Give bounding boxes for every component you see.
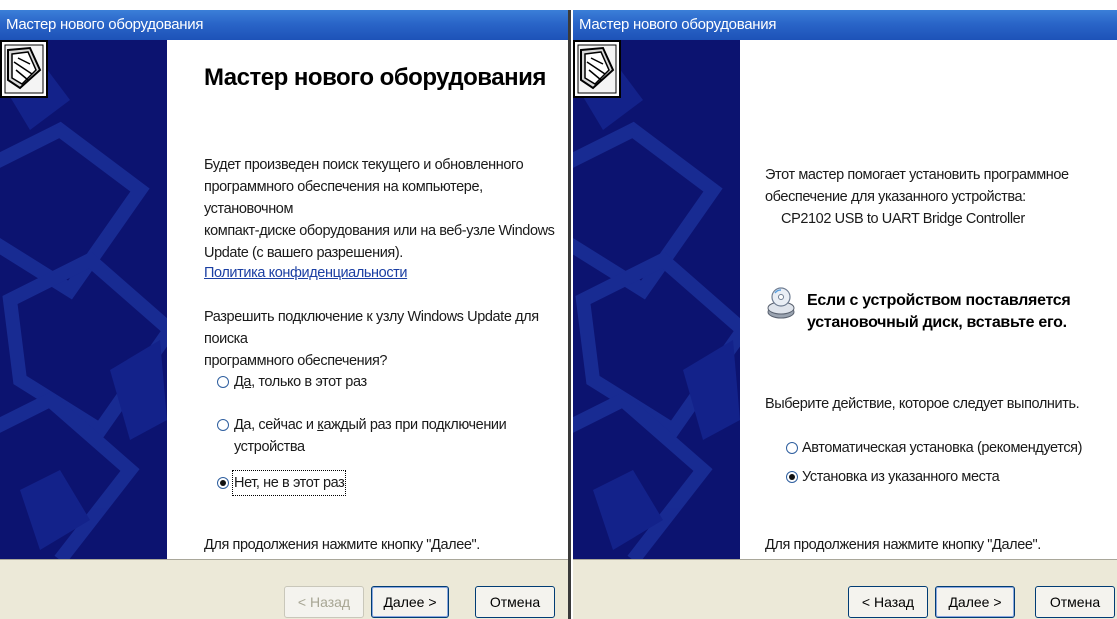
wizard-body: Этот мастер помогает установить программ… [573, 40, 1117, 559]
wizard-banner [573, 40, 740, 559]
back-button[interactable]: < Назад [284, 586, 364, 618]
radio-install-from-location-label[interactable]: Установка из указанного места [802, 466, 1000, 488]
radio-no-not-now[interactable] [217, 477, 229, 489]
hardware-wizard-window-left: Мастер нового оборудования Мастер нового… [0, 10, 571, 619]
windows-update-question: Разрешить подключение к узлу Windows Upd… [204, 306, 568, 372]
banner-pattern [0, 40, 167, 559]
question-line: Разрешить подключение к узлу Windows Upd… [204, 309, 539, 347]
radio-yes-always[interactable] [217, 419, 229, 431]
intro-line: программного обеспечения на компьютере, … [204, 179, 483, 217]
cd-disk-icon [767, 287, 795, 319]
choose-action-text: Выберите действие, которое следует выпол… [765, 396, 1080, 412]
wizard-footer: < Назад Далее > Отмена [573, 559, 1117, 619]
radio-yes-always-label[interactable]: Да, сейчас и каждый раз при подключении … [234, 414, 507, 458]
intro-line: Этот мастер помогает установить программ… [765, 167, 1069, 183]
device-name: CP2102 USB to UART Bridge Controller [781, 211, 1025, 227]
question-line: программного обеспечения? [204, 353, 388, 369]
window-title: Мастер нового оборудования [573, 10, 1117, 40]
wizard-banner [0, 40, 167, 559]
radio-yes-once-label[interactable]: Да, только в этот раз [234, 371, 367, 393]
intro-line: Будет произведен поиск текущего и обновл… [204, 157, 524, 173]
radio-yes-once[interactable] [217, 376, 229, 388]
cancel-button[interactable]: Отмена [1035, 586, 1115, 618]
next-button[interactable]: Далее > [371, 586, 449, 618]
intro-line: обеспечение для указанного устройства: [765, 189, 1026, 205]
hardware-wizard-icon [0, 40, 48, 98]
continue-hint: Для продолжения нажмите кнопку "Далее". [204, 537, 480, 553]
radio-no-not-now-label[interactable]: Нет, не в этот раз [231, 470, 347, 496]
hardware-wizard-icon [573, 40, 621, 98]
intro-line: Update (с вашего разрешения). [204, 245, 403, 261]
cancel-button[interactable]: Отмена [475, 586, 555, 618]
intro-text: Этот мастер помогает установить программ… [765, 164, 1069, 230]
window-title: Мастер нового оборудования [0, 10, 568, 40]
hardware-wizard-window-right: Мастер нового оборудования Этот мастер п… [573, 10, 1117, 619]
disk-message-line: установочный диск, вставьте его. [807, 314, 1067, 331]
disk-message-line: Если с устройством поставляется [807, 292, 1071, 309]
radio-auto-install-label[interactable]: Автоматическая установка (рекомендуется) [802, 437, 1082, 459]
banner-pattern [573, 40, 740, 559]
wizard-footer: < Назад Далее > Отмена [0, 559, 568, 619]
intro-text: Будет произведен поиск текущего и обновл… [204, 154, 568, 264]
wizard-body: Мастер нового оборудования Будет произве… [0, 40, 568, 559]
insert-disk-message: Если с устройством поставляется установо… [807, 290, 1071, 334]
back-button[interactable]: < Назад [848, 586, 928, 618]
radio-install-from-location[interactable] [786, 471, 798, 483]
wizard-heading: Мастер нового оборудования [204, 64, 546, 91]
radio-auto-install[interactable] [786, 442, 798, 454]
next-button[interactable]: Далее > [935, 586, 1015, 618]
intro-line: компакт-диске оборудования или на веб-уз… [204, 223, 555, 239]
privacy-policy-link[interactable]: Политика конфиденциальности [204, 265, 408, 281]
continue-hint: Для продолжения нажмите кнопку "Далее". [765, 537, 1041, 553]
